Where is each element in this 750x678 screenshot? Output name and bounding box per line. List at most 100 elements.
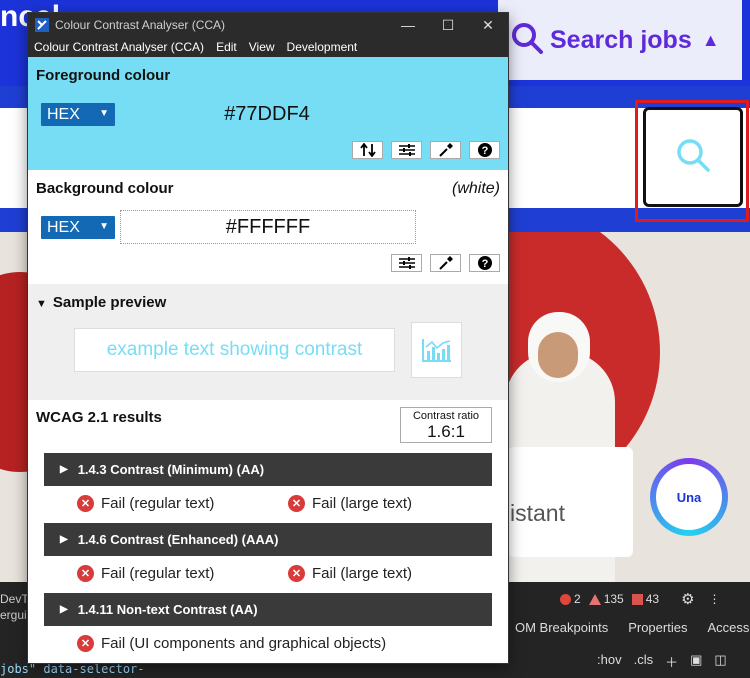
svg-text:?: ? (481, 145, 488, 157)
chevron-down-icon: ▼ (99, 108, 109, 119)
menu-edit[interactable]: Edit (216, 40, 237, 54)
help-icon: ? (477, 143, 492, 157)
cls-toggle[interactable]: .cls (634, 652, 654, 671)
swap-colours-button[interactable] (352, 141, 383, 159)
background-sliders-button[interactable] (391, 254, 422, 272)
sidebar-icon[interactable]: ◫ (714, 652, 726, 671)
menu-app[interactable]: Colour Contrast Analyser (CCA) (34, 40, 204, 54)
more-icon[interactable]: ⋮ (709, 592, 721, 606)
caret-right-icon: ▶ (60, 464, 68, 475)
app-icon (35, 18, 49, 32)
search-icon (510, 21, 544, 60)
result-text: Fail (large text) (312, 495, 413, 512)
criterion-1-4-3[interactable]: ▶ 1.4.3 Contrast (Minimum) (AA) (44, 453, 492, 486)
caret-down-icon: ▼ (36, 298, 47, 310)
hero-person (538, 332, 578, 378)
tab-accessibility[interactable]: Accessib (697, 620, 750, 635)
eyedropper-icon (438, 256, 453, 270)
menu-development[interactable]: Development (287, 40, 358, 54)
foreground-picker-button[interactable] (430, 141, 461, 159)
help-icon: ? (477, 256, 492, 270)
caret-right-icon: ▶ (60, 604, 68, 615)
title-bar[interactable]: Colour Contrast Analyser (CCA) — ☐ ✕ (28, 13, 508, 37)
tab-dom-breakpoints[interactable]: OM Breakpoints (505, 620, 618, 635)
result-text: Fail (large text) (312, 565, 413, 582)
result-item: ✕ Fail (regular text) (77, 495, 214, 512)
search-jobs-button[interactable]: Search jobs ▲ (498, 0, 742, 80)
warning-icon (588, 593, 601, 605)
errors-badge[interactable]: 2 (560, 592, 581, 606)
caret-up-icon: ▲ (701, 29, 720, 50)
issues-badge[interactable]: 43 (631, 592, 659, 606)
devtools-tools: :hov .cls ＋ ▣ ◫ (597, 652, 727, 671)
foreground-format-select[interactable]: HEX ▼ (41, 103, 115, 126)
maximize-icon[interactable]: ☐ (428, 13, 468, 37)
sliders-icon (398, 144, 415, 156)
criterion-1-4-11[interactable]: ▶ 1.4.11 Non-text Contrast (AA) (44, 593, 492, 626)
swap-icon (359, 143, 376, 157)
background-tools: ? (391, 254, 500, 272)
results-section: WCAG 2.1 results Contrast ratio 1.6:1 ▶ 1… (28, 400, 508, 663)
fail-icon: ✕ (77, 565, 94, 582)
hov-toggle[interactable]: :hov (597, 652, 622, 671)
site-search-button[interactable] (643, 107, 743, 207)
devtools-code: jobs" data-selector- (0, 662, 145, 676)
preview-section: ▼ Sample preview example text showing con… (28, 284, 508, 400)
criterion-label: 1.4.11 Non-text Contrast (AA) (77, 602, 258, 617)
foreground-sliders-button[interactable] (391, 141, 422, 159)
menu-bar: Colour Contrast Analyser (CCA) Edit View… (28, 37, 508, 57)
preview-sample-text: example text showing contrast (74, 328, 395, 372)
background-hex-input[interactable]: #FFFFFF (120, 210, 416, 244)
fail-icon: ✕ (77, 495, 94, 512)
warnings-badge[interactable]: 135 (588, 592, 624, 606)
background-help-button[interactable]: ? (469, 254, 500, 272)
issues-icon (631, 593, 643, 605)
eyedropper-icon (438, 143, 453, 157)
result-text: Fail (regular text) (101, 495, 215, 512)
chart-icon (421, 339, 451, 362)
foreground-section: Foreground colour HEX ▼ #77DDF4 ? (28, 57, 508, 170)
background-format-select[interactable]: HEX ▼ (41, 216, 115, 239)
result-item: ✕ Fail (regular text) (77, 565, 214, 582)
fail-icon: ✕ (288, 495, 305, 512)
foreground-format-value: HEX (47, 105, 80, 123)
devtools-tabs: OM Breakpoints Properties Accessib (505, 620, 750, 635)
foreground-tools: ? (352, 141, 500, 159)
menu-view[interactable]: View (249, 40, 275, 54)
computed-icon[interactable]: ▣ (690, 652, 702, 671)
errors-count: 2 (574, 592, 581, 606)
background-section: Background colour (white) HEX ▼ #FFFFFF … (28, 170, 508, 284)
result-item: ✕ Fail (UI components and graphical objec… (77, 635, 386, 652)
minimize-icon[interactable]: — (388, 13, 428, 37)
contrast-ratio-label: Contrast ratio (412, 410, 480, 422)
devtools-status: 2 135 43 ⚙ ⋮ (560, 590, 721, 608)
sliders-icon (398, 257, 415, 269)
gear-icon[interactable]: ⚙ (681, 590, 694, 608)
una-chat-button[interactable]: Una (650, 458, 728, 536)
preview-chart-button[interactable] (411, 322, 462, 378)
preview-toggle[interactable]: ▼ Sample preview (36, 294, 166, 311)
add-style-icon[interactable]: ＋ (665, 652, 678, 671)
search-icon (673, 135, 713, 180)
contrast-ratio-box: Contrast ratio 1.6:1 (400, 407, 492, 443)
assistant-text: istant (510, 500, 565, 526)
result-text: Fail (regular text) (101, 565, 215, 582)
fail-icon: ✕ (77, 635, 94, 652)
criterion-1-4-6[interactable]: ▶ 1.4.6 Contrast (Enhanced) (AAA) (44, 523, 492, 556)
warnings-count: 135 (603, 592, 624, 606)
chevron-down-icon: ▼ (99, 221, 109, 232)
foreground-help-button[interactable]: ? (469, 141, 500, 159)
result-item: ✕ Fail (large text) (288, 495, 412, 512)
foreground-hex-input[interactable]: #77DDF4 (120, 103, 414, 126)
result-text: Fail (UI components and graphical object… (101, 635, 387, 652)
foreground-title: Foreground colour (36, 67, 171, 84)
caret-right-icon: ▶ (60, 534, 68, 545)
tab-properties[interactable]: Properties (618, 620, 697, 635)
close-icon[interactable]: ✕ (468, 13, 508, 37)
criterion-label: 1.4.3 Contrast (Minimum) (AA) (77, 462, 265, 477)
devtools-left-line: ergui (0, 608, 27, 622)
results-title: WCAG 2.1 results (36, 409, 162, 426)
background-picker-button[interactable] (430, 254, 461, 272)
svg-text:?: ? (481, 258, 488, 270)
preview-title: Sample preview (52, 294, 167, 311)
